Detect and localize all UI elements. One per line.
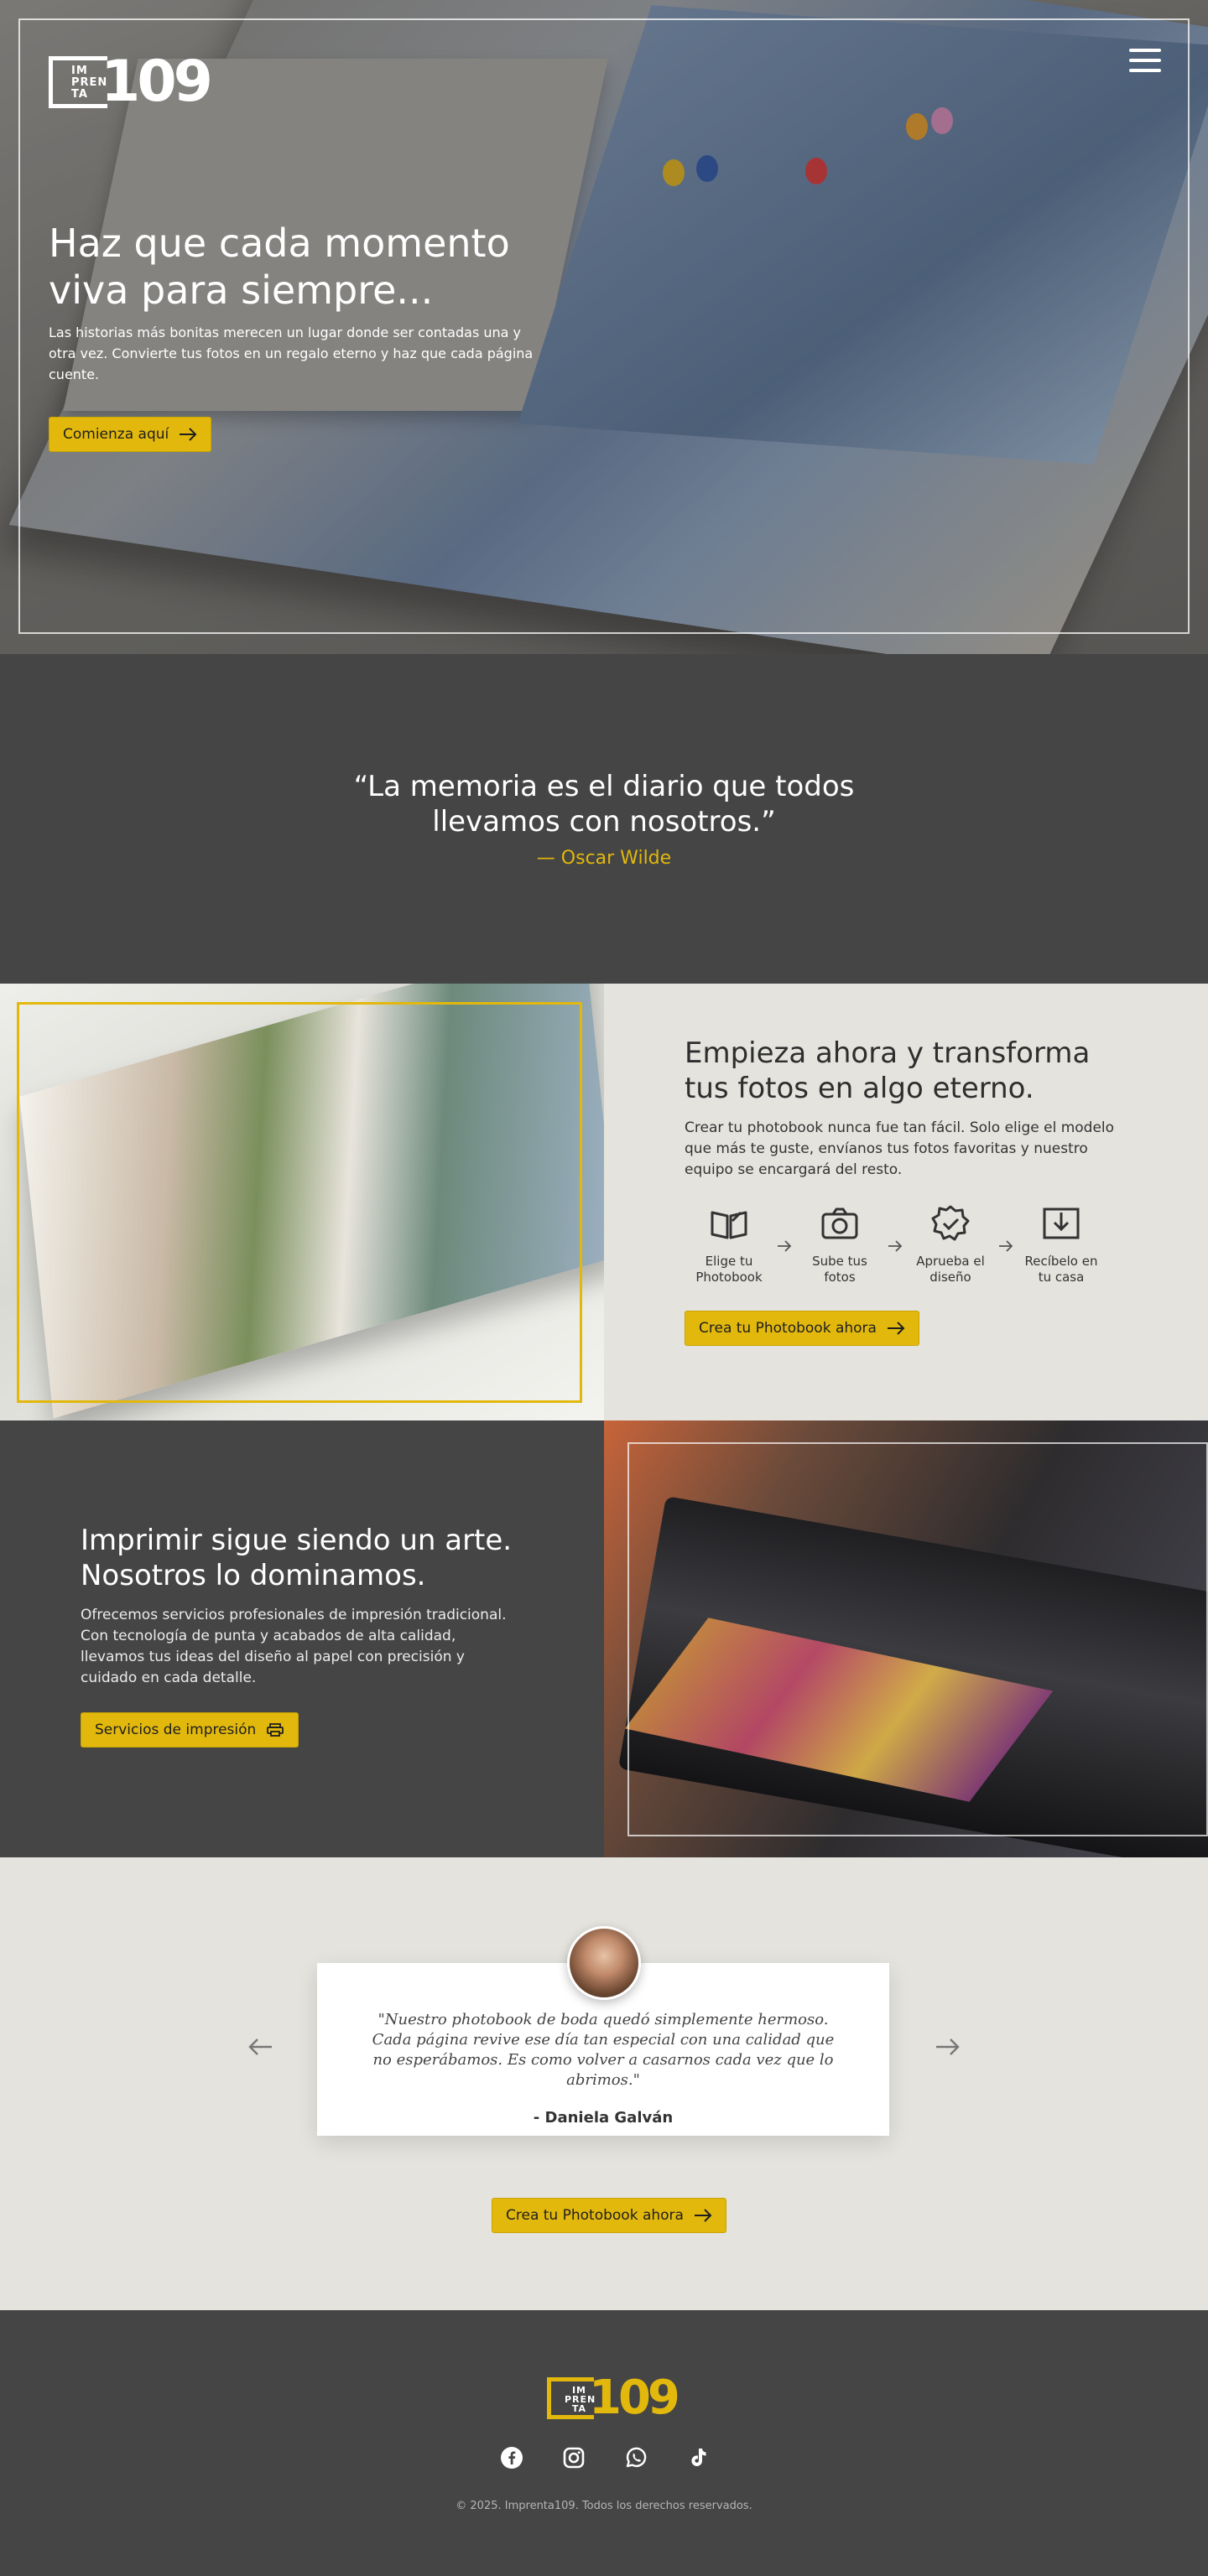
hero-cta-label: Comienza aquí [63, 426, 169, 443]
copyright-text: © 2025. Imprenta109. Todos los derechos … [456, 2500, 752, 2512]
site-logo[interactable]: IM PREN TA 109 [49, 49, 213, 115]
printing-image [604, 1420, 1208, 1857]
download-box-icon [1043, 1208, 1080, 1239]
approved-badge-icon [931, 1205, 970, 1241]
printing-content: Imprimir sigue siendo un arte. Nosotros … [0, 1420, 604, 1857]
instagram-icon[interactable] [562, 2446, 586, 2470]
avatar [567, 1926, 641, 2000]
step-label: Elige tu Photobook [695, 1254, 763, 1285]
arrow-right-icon[interactable] [935, 2037, 960, 2057]
logo-number: 109 [101, 49, 213, 115]
open-book-icon [711, 1211, 747, 1239]
footer: IM PREN TA 109 © 2025. Imprenta109. Todo… [0, 2310, 1208, 2576]
printing-title: Imprimir sigue siendo un arte. Nosotros … [81, 1524, 513, 1592]
step-label: Recíbelo en tu casa [1024, 1254, 1098, 1285]
create-photobook-label: Crea tu Photobook ahora [699, 1320, 877, 1337]
social-links [500, 2446, 710, 2470]
step-label: Sube tus fotos [812, 1254, 867, 1285]
footer-logo[interactable]: IM PREN TA 109 [547, 2371, 680, 2425]
step-approve: Aprueba el diseño [906, 1204, 995, 1285]
testimonial-cta-label: Crea tu Photobook ahora [506, 2207, 684, 2224]
camera-icon [821, 1208, 858, 1239]
whatsapp-icon[interactable] [624, 2446, 648, 2470]
arrow-right-icon [887, 1322, 905, 1335]
step-arrow-icon [884, 1204, 906, 1255]
hero-title: Haz que cada momento viva para siempre..… [49, 221, 510, 313]
testimonial-section: "Nuestro photobook de boda quedó simplem… [0, 1857, 1208, 2310]
photobook-image [0, 984, 604, 1420]
hero-text: Las historias más bonitas merecen un lug… [49, 325, 534, 382]
printing-services-button[interactable]: Servicios de impresión [81, 1712, 299, 1748]
step-choose: Elige tu Photobook [685, 1204, 773, 1285]
hamburger-menu-icon[interactable] [1129, 49, 1161, 72]
printer-icon [267, 1723, 284, 1737]
logo-mark: IM PREN TA [547, 2376, 595, 2419]
quote-section: “La memoria es el diario que todos lleva… [0, 654, 1208, 984]
quote-author: — Oscar Wilde [536, 848, 672, 869]
printing-frame [627, 1442, 1208, 1836]
photobook-content: Empieza ahora y transforma tus fotos en … [604, 984, 1208, 1420]
testimonial-text: "Nuestro photobook de boda quedó simplem… [372, 2011, 835, 2089]
hero-content: Haz que cada momento viva para siempre..… [49, 220, 544, 452]
step-arrow-icon [773, 1204, 795, 1255]
step-receive: Recíbelo en tu casa [1017, 1204, 1106, 1285]
hero-cta-button[interactable]: Comienza aquí [49, 417, 212, 452]
hero-section: IM PREN TA 109 Haz que cada momento viva… [0, 0, 1208, 654]
photobook-title: Empieza ahora y transforma tus fotos en … [685, 1036, 1091, 1105]
photobook-text: Crear tu photobook nunca fue tan fácil. … [685, 1119, 1115, 1178]
arrow-right-icon [180, 428, 197, 441]
step-label: Aprueba el diseño [916, 1254, 985, 1285]
testimonial-name: - Daniela Galván [533, 2109, 674, 2127]
printing-services-label: Servicios de impresión [95, 1722, 257, 1738]
photobook-section: Empieza ahora y transforma tus fotos en … [0, 984, 1208, 1420]
quote-text: “La memoria es el diario que todos lleva… [353, 770, 855, 839]
create-photobook-button[interactable]: Crea tu Photobook ahora [685, 1311, 919, 1346]
photobook-frame [17, 1002, 582, 1403]
printing-text: Ofrecemos servicios profesionales de imp… [81, 1607, 507, 1686]
step-upload: Sube tus fotos [795, 1204, 884, 1285]
arrow-right-icon [694, 2209, 712, 2222]
logo-number: 109 [589, 2371, 680, 2425]
arrow-left-icon[interactable] [248, 2037, 273, 2057]
tiktok-icon[interactable] [686, 2446, 710, 2470]
step-arrow-icon [995, 1204, 1017, 1255]
process-steps: Elige tu Photobook Sube tus fotos Aprueb… [685, 1204, 1127, 1285]
testimonial-cta-button[interactable]: Crea tu Photobook ahora [492, 2198, 726, 2233]
logo-mark: IM PREN TA [49, 55, 107, 108]
printing-section: Imprimir sigue siendo un arte. Nosotros … [0, 1420, 1208, 1857]
facebook-icon[interactable] [500, 2446, 523, 2470]
